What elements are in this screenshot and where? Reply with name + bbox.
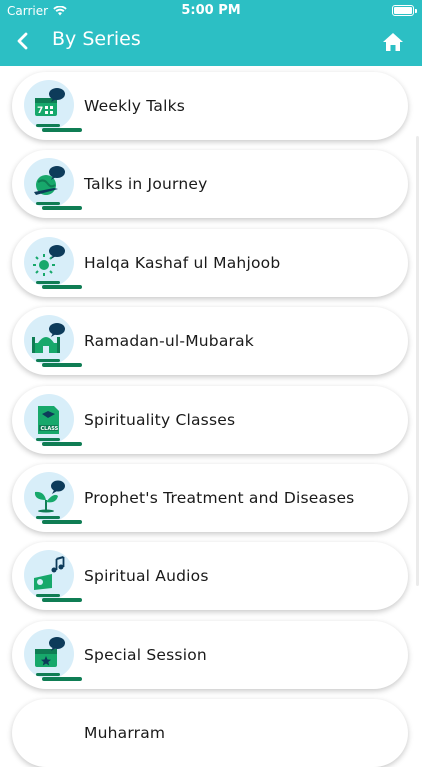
series-item-muharram[interactable]: Muharram: [12, 699, 408, 767]
series-item-label: Weekly Talks: [84, 97, 186, 115]
svg-text:CLASS: CLASS: [41, 426, 59, 432]
decor-bar: [36, 281, 60, 284]
decor-bar: [36, 516, 60, 519]
leaf-icon: [24, 472, 74, 522]
decor-bar: [42, 206, 82, 210]
series-list: 7 Weekly Talks Talks in Journey Halqa Ka…: [0, 66, 422, 767]
series-item-label: Halqa Kashaf ul Mahjoob: [84, 254, 281, 272]
decor-bar: [42, 677, 82, 681]
series-item-label: Spiritual Audios: [84, 567, 209, 585]
series-item-talks-in-journey[interactable]: Talks in Journey: [12, 150, 408, 218]
decor-bar: [36, 594, 60, 597]
decor-bar: [36, 673, 60, 676]
scrollbar[interactable]: [416, 136, 419, 586]
network-chat-icon: [24, 237, 74, 287]
mosque-icon: [24, 315, 74, 365]
battery-icon: [392, 5, 417, 16]
series-item-label: Talks in Journey: [84, 175, 208, 193]
page-title: By Series: [52, 28, 141, 50]
decor-bar: [42, 442, 82, 446]
decor-bar: [42, 520, 82, 524]
decor-bar: [36, 438, 60, 441]
home-icon[interactable]: [382, 32, 404, 52]
series-item-ramadan[interactable]: Ramadan-ul-Mubarak: [12, 307, 408, 375]
calendar-chat-icon: 7: [24, 80, 74, 130]
series-item-label: Prophet's Treatment and Diseases: [84, 489, 355, 507]
series-item-special-session[interactable]: Special Session: [12, 621, 408, 689]
decor-bar: [36, 359, 60, 362]
decor-bar: [42, 598, 82, 602]
calendar-star-icon: [24, 629, 74, 679]
series-item-label: Special Session: [84, 646, 207, 664]
book-class-icon: CLASS: [24, 394, 74, 444]
svg-text:7: 7: [37, 106, 43, 116]
series-item-label: Muharram: [84, 724, 166, 742]
decor-bar: [42, 128, 82, 132]
status-bar: Carrier 5:00 PM: [0, 0, 422, 22]
series-item-weekly-talks[interactable]: 7 Weekly Talks: [12, 72, 408, 140]
series-item-prophets-treatment[interactable]: Prophet's Treatment and Diseases: [12, 464, 408, 532]
series-item-label: Spirituality Classes: [84, 411, 236, 429]
series-item-halqa-kashaf[interactable]: Halqa Kashaf ul Mahjoob: [12, 229, 408, 297]
series-item-spiritual-audios[interactable]: Spiritual Audios: [12, 542, 408, 610]
decor-bar: [42, 285, 82, 289]
series-item-label: Ramadan-ul-Mubarak: [84, 332, 254, 350]
decor-bar: [36, 202, 60, 205]
decor-bar: [36, 124, 60, 127]
music-notes-icon: [24, 550, 74, 600]
app-header: Carrier 5:00 PM By Series: [0, 0, 422, 66]
series-item-spirituality-classes[interactable]: CLASS Spirituality Classes: [12, 386, 408, 454]
back-chevron-icon[interactable]: [14, 30, 32, 52]
globe-plane-icon: [24, 158, 74, 208]
status-time: 5:00 PM: [181, 3, 241, 18]
decor-bar: [42, 363, 82, 367]
